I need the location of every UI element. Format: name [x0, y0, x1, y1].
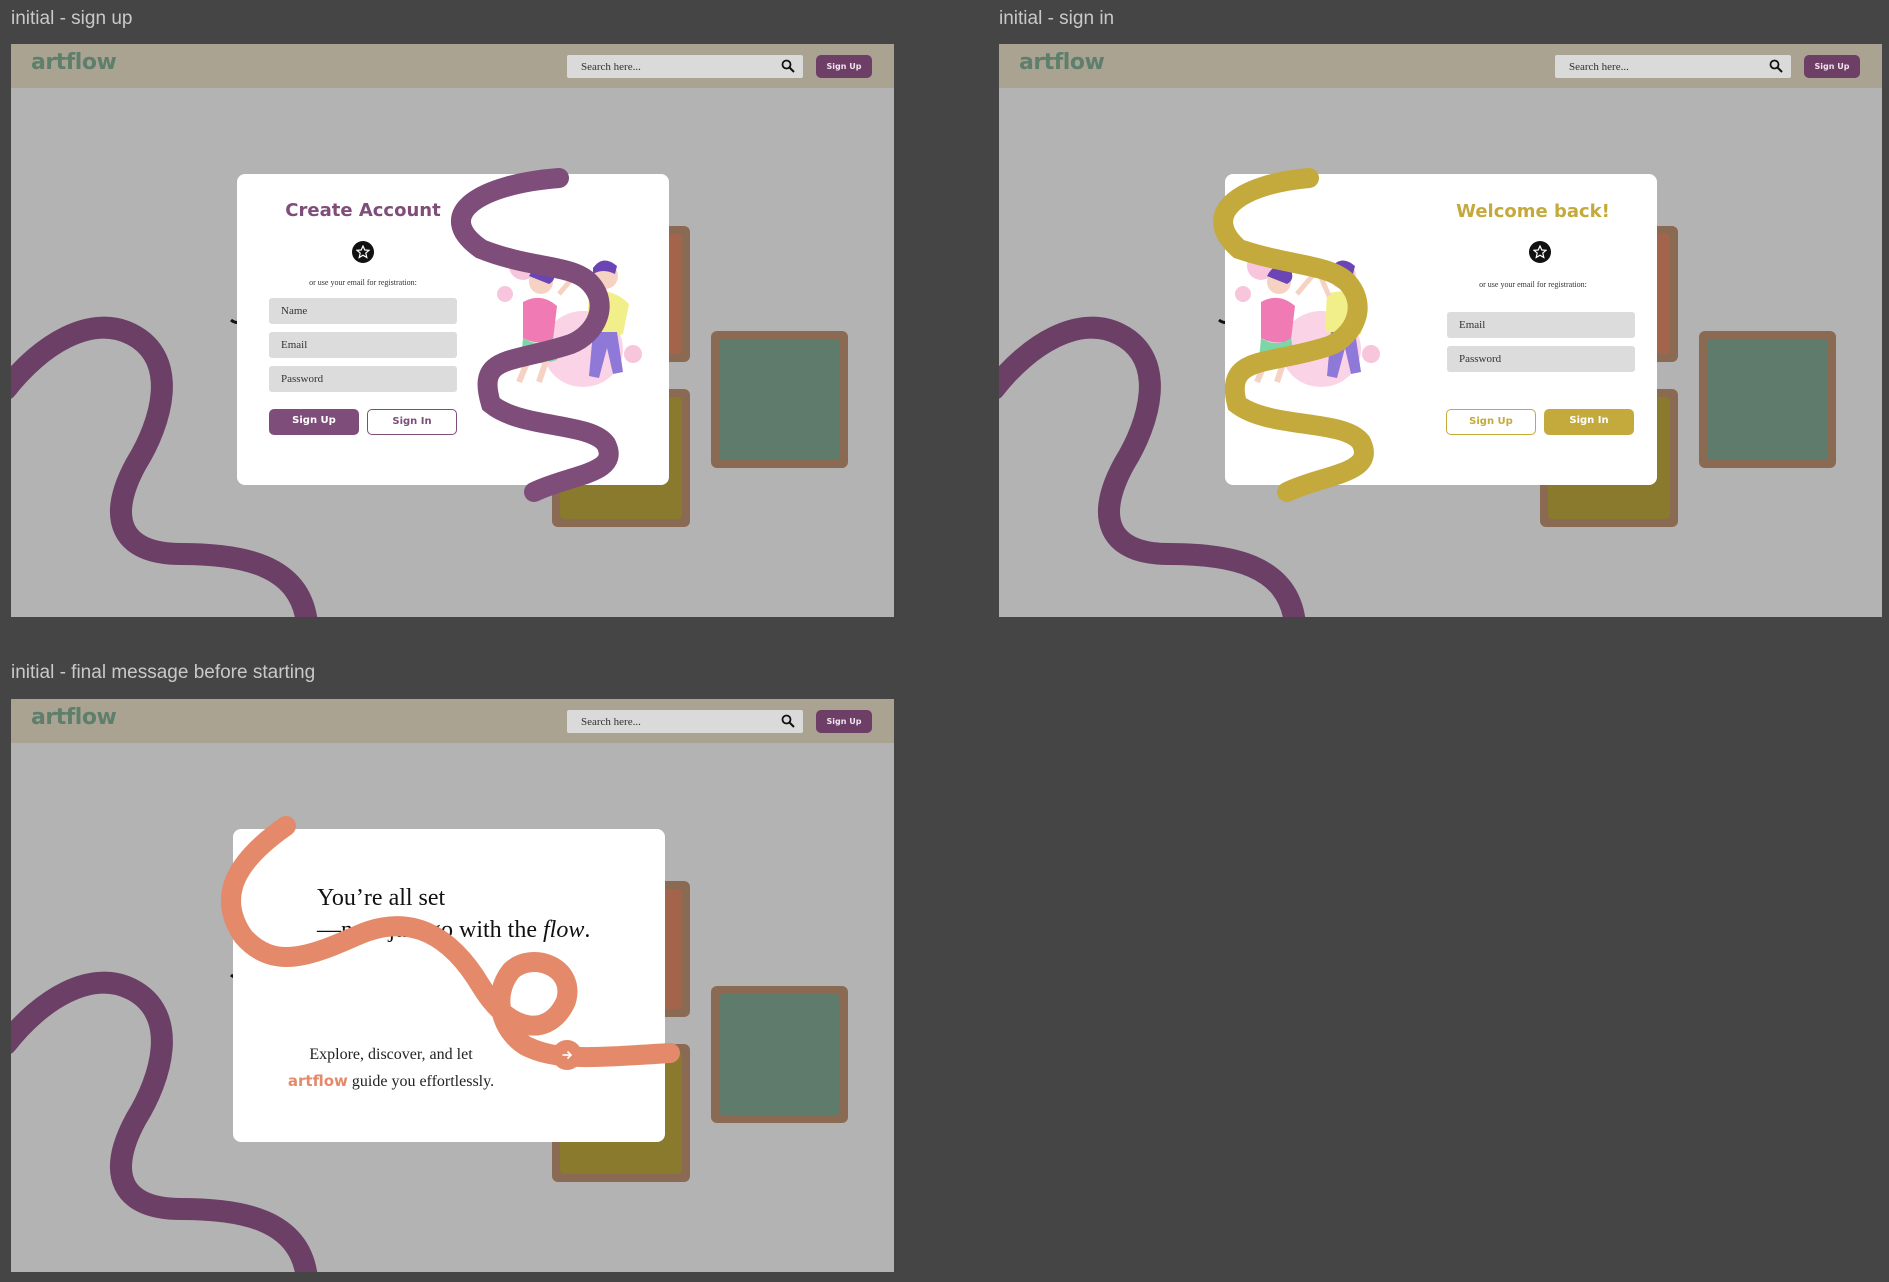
search-input[interactable]	[567, 710, 767, 733]
final-heading-line2-suffix: .	[584, 917, 591, 943]
signin-button[interactable]: Sign In	[367, 409, 457, 435]
navbar: artflow Sign Up	[11, 699, 894, 743]
search-icon[interactable]	[781, 59, 795, 73]
search-input[interactable]	[567, 55, 767, 78]
logo[interactable]: artflow	[31, 50, 117, 75]
search-box	[567, 55, 803, 78]
logo[interactable]: artflow	[31, 705, 117, 730]
card-title: Create Account	[285, 200, 441, 221]
frame-label-signin: initial - sign in	[999, 8, 1115, 29]
frame-label-signup: initial - sign up	[11, 8, 133, 29]
search-input[interactable]	[1555, 55, 1755, 78]
frame-signup: artflow Sign Up Create Account or use yo…	[11, 44, 894, 617]
final-heading-flow: flow	[543, 917, 585, 943]
final-message-card	[233, 829, 665, 1142]
final-heading-line1: You’re all set	[317, 885, 446, 911]
search-icon[interactable]	[1769, 59, 1783, 73]
signup-button[interactable]: Sign Up	[1446, 409, 1536, 435]
search-box	[1555, 55, 1791, 78]
frame-label-final: initial - final message before starting	[11, 662, 316, 683]
signin-button[interactable]: Sign In	[1544, 409, 1634, 435]
name-field[interactable]	[269, 298, 457, 324]
final-heading-line2: —now just go with the flow.	[317, 914, 590, 946]
search-box	[567, 710, 803, 733]
registration-hint: or use your email for registration:	[309, 278, 417, 287]
star-badge-icon[interactable]	[1529, 241, 1551, 263]
search-icon[interactable]	[781, 714, 795, 728]
frame-signin: artflow Sign Up Welcome back! or use you…	[999, 44, 1882, 617]
final-subtext-line2: artflow guide you effortlessly.	[269, 1068, 513, 1095]
password-field[interactable]	[269, 366, 457, 392]
email-field[interactable]	[269, 332, 457, 358]
frame-final: artflow Sign Up You’re all set —now just…	[11, 699, 894, 1272]
card-title: Welcome back!	[1456, 201, 1610, 222]
navbar: artflow Sign Up	[999, 44, 1882, 88]
final-heading: You’re all set —now just go with the flo…	[317, 882, 590, 946]
password-field[interactable]	[1447, 346, 1635, 372]
nav-signup-button[interactable]: Sign Up	[816, 710, 872, 733]
navbar: artflow Sign Up	[11, 44, 894, 88]
star-badge-icon[interactable]	[352, 241, 374, 263]
high-five-illustration	[1235, 254, 1380, 387]
inline-brand: artflow	[287, 1072, 348, 1090]
final-heading-line2-prefix: —now just go with the	[317, 917, 543, 943]
registration-hint: or use your email for registration:	[1479, 280, 1587, 289]
final-subtext: Explore, discover, and let artflow guide…	[269, 1042, 513, 1095]
logo[interactable]: artflow	[1019, 50, 1105, 75]
continue-button[interactable]	[552, 1040, 582, 1070]
nav-signup-button[interactable]: Sign Up	[816, 55, 872, 78]
nav-signup-button[interactable]: Sign Up	[1804, 55, 1860, 78]
arrow-right-icon	[562, 1050, 573, 1060]
email-field[interactable]	[1447, 312, 1635, 338]
final-subtext-line1: Explore, discover, and let	[309, 1046, 473, 1063]
high-five-illustration	[497, 254, 642, 387]
final-subtext-line2-rest: guide you effortlessly.	[347, 1073, 495, 1090]
signup-button[interactable]: Sign Up	[269, 409, 359, 435]
